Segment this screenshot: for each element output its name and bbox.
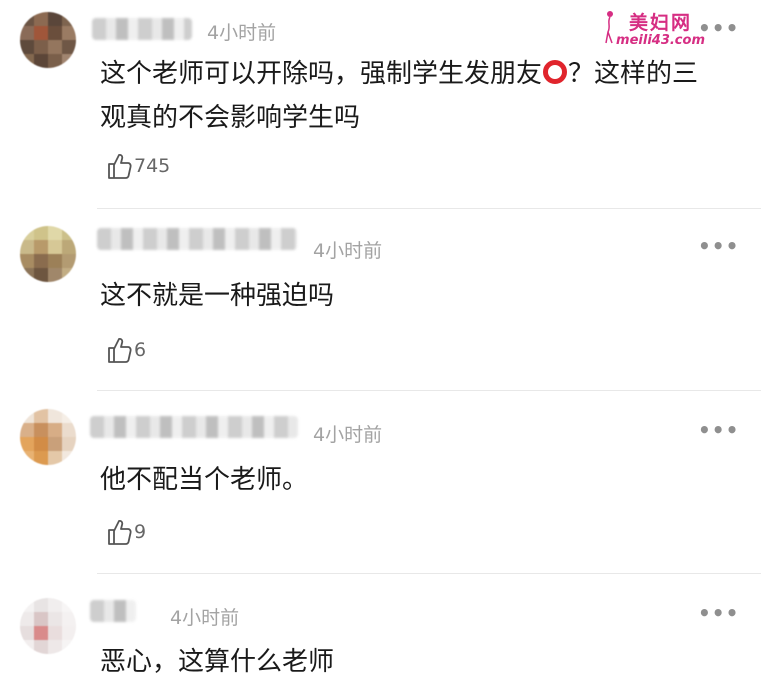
more-options-icon[interactable]: ••• <box>698 16 739 40</box>
comment-time: 4小时前 <box>313 240 383 262</box>
comment-time: 4小时前 <box>313 424 383 446</box>
like-button[interactable]: 745 <box>106 151 170 181</box>
like-button[interactable]: 6 <box>106 335 146 365</box>
comment-item: 4小时前 ••• 这个老师可以开除吗，强制学生发朋友 ？这样的三观真的不会影响学生… <box>0 0 761 210</box>
thumbs-up-icon <box>108 338 132 363</box>
username-blurred[interactable] <box>90 600 136 622</box>
red-circle-emoji-icon <box>543 60 568 84</box>
divider <box>97 573 761 574</box>
comment-text: 这不就是一种强迫吗 <box>100 281 335 311</box>
thumbs-up-icon <box>108 154 132 179</box>
more-options-icon[interactable]: ••• <box>698 418 739 442</box>
like-count: 6 <box>134 339 147 361</box>
thumbs-up-icon <box>108 520 132 545</box>
comment-text: 恶心，这算什么老师 <box>100 647 335 677</box>
avatar[interactable] <box>20 226 76 282</box>
like-count: 9 <box>134 521 147 543</box>
like-count: 745 <box>134 155 171 177</box>
username-blurred[interactable] <box>92 18 192 40</box>
comment-time: 4小时前 <box>170 607 240 629</box>
divider <box>97 390 761 391</box>
avatar[interactable] <box>20 598 76 654</box>
avatar[interactable] <box>20 12 76 68</box>
comment-text: 这个老师可以开除吗，强制学生发朋友 ？这样的三观真的不会影响学生吗 <box>100 52 720 140</box>
avatar[interactable] <box>20 409 76 465</box>
more-options-icon[interactable]: ••• <box>698 601 739 625</box>
username-blurred[interactable] <box>97 228 297 250</box>
like-button[interactable]: 9 <box>106 517 146 547</box>
username-blurred[interactable] <box>90 416 298 438</box>
comment-text: 他不配当个老师。 <box>100 465 309 495</box>
comment-text-part1: 这个老师可以开除吗，强制学生发朋友 <box>100 59 543 89</box>
comment-time: 4小时前 <box>207 22 277 44</box>
more-options-icon[interactable]: ••• <box>698 234 739 258</box>
divider <box>97 208 761 209</box>
